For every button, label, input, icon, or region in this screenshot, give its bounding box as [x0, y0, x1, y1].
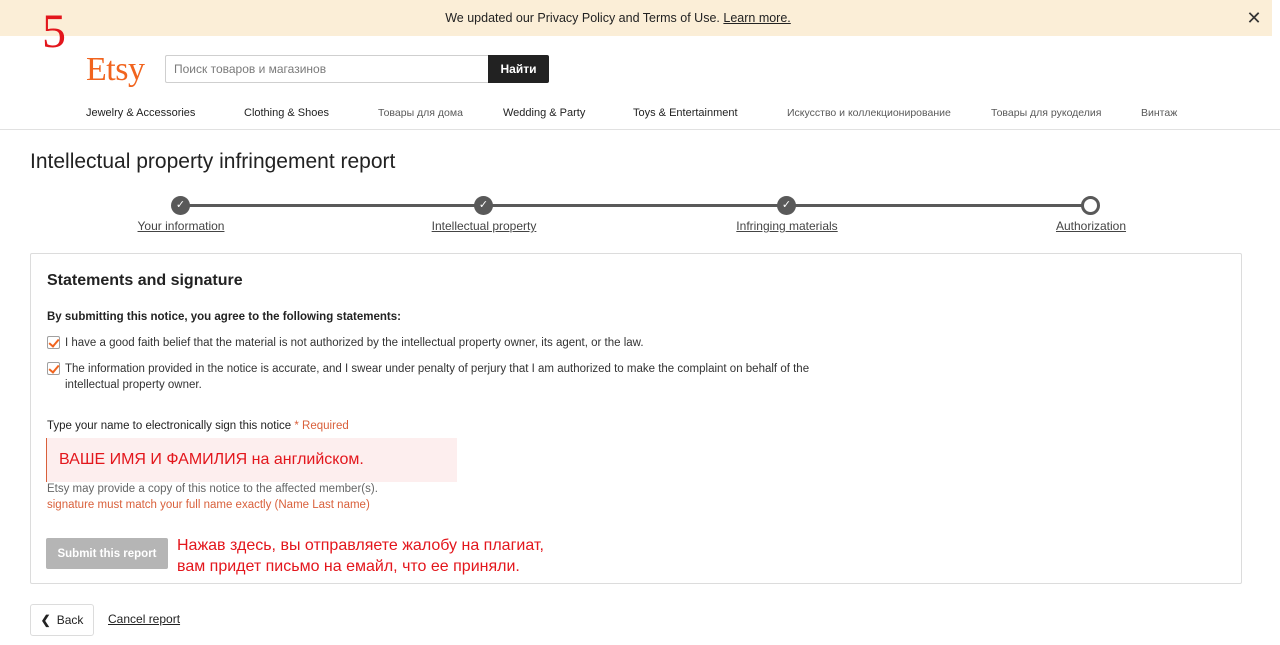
step-1-complete-check-icon: ✓ [171, 196, 190, 215]
back-button[interactable]: ❮ Back [30, 604, 94, 636]
category-jewelry-accessories[interactable]: Jewelry & Accessories [86, 107, 195, 119]
step-number-annotation: 5 [42, 5, 66, 58]
signature-label-text: Type your name to electronically sign th… [47, 420, 292, 432]
banner-message: We updated our Privacy Policy and Terms … [0, 11, 1236, 25]
step-2-complete-check-icon: ✓ [474, 196, 493, 215]
statements-card: Statements and signature By submitting t… [30, 253, 1242, 584]
signature-error-text: signature must match your full name exac… [47, 499, 370, 511]
accuracy-statement: The information provided in the notice i… [65, 363, 810, 391]
etsy-logo[interactable]: Etsy [86, 52, 145, 88]
section-title: Statements and signature [47, 272, 243, 289]
category-clothing-shoes[interactable]: Clothing & Shoes [244, 107, 329, 119]
step-4-current-circle-icon [1081, 196, 1100, 215]
statement-row-accuracy: The information provided in the notice i… [47, 361, 810, 393]
banner-learn-more-link[interactable]: Learn more. [723, 11, 790, 25]
category-toys-entertainment[interactable]: Toys & Entertainment [633, 107, 738, 119]
required-indicator: * Required [294, 420, 349, 432]
category-vintage[interactable]: Винтаж [1141, 107, 1177, 119]
privacy-banner: We updated our Privacy Policy and Terms … [0, 0, 1272, 36]
accuracy-checkbox[interactable] [47, 362, 60, 375]
step-your-information[interactable]: Your information [138, 219, 225, 233]
good-faith-statement: I have a good faith belief that the mate… [65, 337, 644, 349]
submit-annotation-line-1: Нажав здесь, вы отправляете жалобу на пл… [177, 537, 544, 554]
category-nav: Jewelry & Accessories Clothing & Shoes Т… [0, 107, 1280, 121]
signature-label: Type your name to electronically sign th… [47, 420, 349, 432]
header-divider [0, 129, 1280, 130]
category-wedding-party[interactable]: Wedding & Party [503, 107, 585, 119]
progress-track [181, 204, 1091, 207]
search-input[interactable] [165, 55, 488, 83]
search-button[interactable]: Найти [488, 55, 549, 83]
step-infringing-materials[interactable]: Infringing materials [736, 219, 837, 233]
statement-row-good-faith: I have a good faith belief that the mate… [47, 335, 810, 351]
step-authorization[interactable]: Authorization [1056, 219, 1126, 233]
category-home[interactable]: Товары для дома [378, 107, 463, 119]
back-label: Back [56, 613, 84, 627]
step-intellectual-property[interactable]: Intellectual property [432, 219, 537, 233]
signature-help-text: Etsy may provide a copy of this notice t… [47, 483, 378, 495]
page-title: Intellectual property infringement repor… [30, 150, 396, 173]
category-art-collectibles[interactable]: Искусство и коллекционирование [787, 107, 951, 119]
signature-input[interactable] [46, 438, 457, 482]
submit-report-button[interactable]: Submit this report [46, 538, 168, 569]
chevron-left-icon: ❮ [40, 613, 51, 627]
statements-intro: By submitting this notice, you agree to … [47, 311, 401, 323]
close-icon[interactable]: ✕ [1244, 8, 1264, 28]
step-3-complete-check-icon: ✓ [777, 196, 796, 215]
good-faith-checkbox[interactable] [47, 336, 60, 349]
cancel-report-link[interactable]: Cancel report [108, 612, 180, 626]
category-craft-supplies[interactable]: Товары для рукоделия [991, 107, 1101, 119]
submit-annotation-line-2: вам придет письмо на емайл, что ее приня… [177, 558, 520, 575]
banner-text: We updated our Privacy Policy and Terms … [445, 11, 720, 25]
submit-annotation: Нажав здесь, вы отправляете жалобу на пл… [177, 535, 544, 577]
